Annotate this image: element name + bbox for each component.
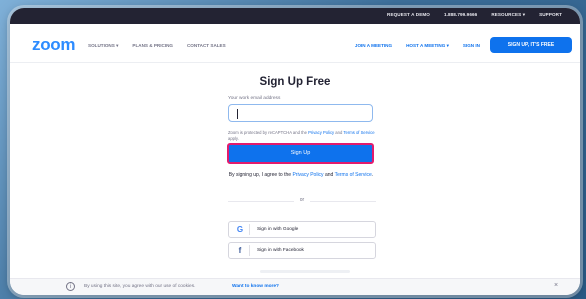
google-signin-label: Sign in with Google: [257, 227, 299, 232]
facebook-icon: f: [238, 246, 242, 255]
close-icon[interactable]: ×: [554, 282, 558, 289]
sign-up-button[interactable]: Sign Up: [227, 143, 374, 164]
agree-privacy-link[interactable]: Privacy Policy: [292, 172, 323, 178]
info-icon: i: [66, 282, 75, 291]
cookie-banner: i By using this site, you agree with our…: [10, 278, 580, 295]
phone-number[interactable]: 1.888.799.9666: [444, 12, 477, 18]
nav-sign-in[interactable]: SIGN IN: [463, 43, 480, 49]
recaptcha-privacy-link[interactable]: Privacy Policy: [308, 130, 334, 135]
text-cursor: [237, 109, 238, 119]
agree-suffix: .: [371, 172, 374, 178]
recaptcha-prefix: Zoom is protected by reCAPTCHA and the: [228, 130, 309, 135]
agree-terms-link[interactable]: Terms of Service: [335, 172, 372, 178]
agreement-text: By signing up, I agree to the Privacy Po…: [222, 170, 380, 181]
page-title: Sign Up Free: [259, 76, 331, 88]
recaptcha-suffix: apply.: [228, 135, 239, 141]
nav-right-menu: JOIN A MEETING HOST A MEETING ▾ SIGN IN: [355, 43, 480, 49]
google-icon: G: [236, 225, 244, 234]
cookie-learn-more-link[interactable]: Want to know more?: [232, 284, 279, 289]
recaptcha-terms-link[interactable]: Terms of Service: [343, 130, 374, 135]
recaptcha-and: and: [334, 130, 344, 135]
nav-left-menu: SOLUTIONS ▾ PLANS & PRICING CONTACT SALE…: [88, 43, 226, 49]
facebook-signin-label: Sign in with Facebook: [257, 248, 304, 253]
email-input[interactable]: [228, 104, 373, 122]
nav-host-meeting[interactable]: HOST A MEETING ▾: [406, 43, 449, 49]
agree-prefix: By signing up, I agree to the: [228, 172, 293, 178]
sign-up-free-button[interactable]: SIGN UP, IT'S FREE: [490, 37, 572, 53]
top-utility-bar: REQUEST A DEMO 1.888.799.9666 RESOURCES …: [10, 8, 580, 24]
request-demo-link[interactable]: REQUEST A DEMO: [387, 12, 430, 18]
nav-contact-sales[interactable]: CONTACT SALES: [187, 43, 226, 49]
cookie-text: By using this site, you agree with our u…: [84, 284, 196, 289]
browser-screen: REQUEST A DEMO 1.888.799.9666 RESOURCES …: [10, 8, 580, 295]
nav-join-meeting[interactable]: JOIN A MEETING: [355, 43, 392, 49]
faded-content: [260, 270, 350, 273]
support-link[interactable]: SUPPORT: [539, 12, 562, 18]
facebook-signin-button[interactable]: f Sign in with Facebook: [228, 242, 376, 259]
icon-separator: [249, 224, 250, 235]
nav-solutions[interactable]: SOLUTIONS ▾: [88, 43, 118, 49]
or-label: or: [294, 197, 310, 203]
icon-separator: [249, 245, 250, 256]
zoom-logo[interactable]: zoom: [32, 35, 75, 55]
topbar-links: REQUEST A DEMO 1.888.799.9666 RESOURCES …: [387, 12, 562, 18]
agree-and: and: [323, 172, 335, 178]
google-signin-button[interactable]: G Sign in with Google: [228, 221, 376, 238]
email-label: Your work email address: [228, 96, 281, 101]
recaptcha-notice: Zoom is protected by reCAPTCHA and the P…: [228, 130, 378, 141]
main-navigation: zoom SOLUTIONS ▾ PLANS & PRICING CONTACT…: [10, 24, 580, 63]
nav-plans-pricing[interactable]: PLANS & PRICING: [132, 43, 173, 49]
resources-menu[interactable]: RESOURCES ▾: [491, 12, 525, 18]
